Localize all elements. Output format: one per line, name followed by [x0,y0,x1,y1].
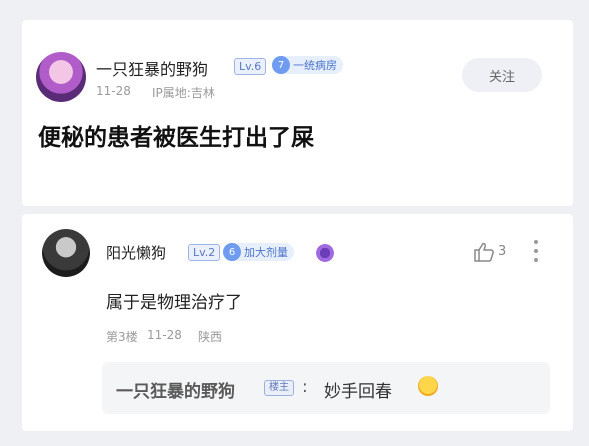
comment-author-level-badge: Lv.2 [188,244,221,261]
comment-body-text: 属于是物理治疗了 [106,293,242,313]
like-icon[interactable] [473,242,495,262]
post-author-avatar[interactable] [36,52,86,102]
reply-colon: : [302,377,308,397]
like-count: 3 [498,244,507,259]
comment-author-name[interactable]: 阳光懒狗 [106,242,166,263]
fan-level-icon: 6 [223,243,241,261]
fan-badge-title: 一统病房 [293,59,337,72]
post-card: 一只狂暴的野狗 Lv.6 7 一统病房 11-28 IP属地:吉林 关注 便秘的… [22,20,573,206]
post-date: 11-28 [96,84,131,98]
comment-location: 陕西 [198,330,223,344]
post-author-name[interactable]: 一只狂暴的野狗 [96,56,208,80]
comment-card: 阳光懒狗 Lv.2 6 加大剂量 3 属于是物理治疗了 第3楼 11-28 陕西… [22,214,573,431]
medal-icon [316,244,334,262]
post-author-level-badge: Lv.6 [234,58,267,75]
reply-preview[interactable]: 一只狂暴的野狗 楼主 : 妙手回春 [102,362,550,414]
op-badge: 楼主 [264,380,294,396]
reply-author-name[interactable]: 一只狂暴的野狗 [116,377,235,402]
post-author-fan-badge: 7 一统病房 [272,56,343,74]
reply-text: 妙手回春 [324,382,392,402]
post-ip-location: IP属地:吉林 [152,86,215,100]
fan-badge-title: 加大剂量 [244,246,288,259]
grinning-emoji-icon [418,376,438,396]
comment-author-avatar[interactable] [42,229,90,277]
fan-level-icon: 7 [272,56,290,74]
comment-floor: 第3楼 [106,330,138,344]
post-body-text: 便秘的患者被医生打出了屎 [38,125,314,151]
comment-date: 11-28 [147,328,182,342]
comment-author-fan-badge: 6 加大剂量 [223,243,294,261]
more-options-icon[interactable] [534,240,538,262]
follow-button[interactable]: 关注 [462,58,542,92]
